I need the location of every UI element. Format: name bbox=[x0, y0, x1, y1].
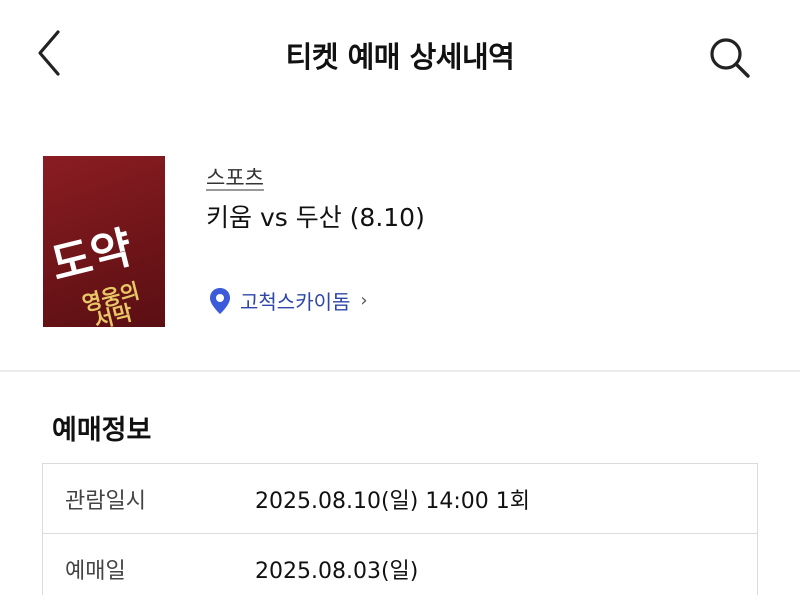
event-summary: 도약 영웅의 서막 스포츠 키움 vs 두산 (8.10) 고척스카이돔 › bbox=[0, 110, 800, 370]
booking-info-table: 관람일시 2025.08.10(일) 14:00 1회 예매일 2025.08.… bbox=[42, 463, 758, 595]
app-header: 티켓 예매 상세내역 bbox=[0, 0, 800, 110]
info-value-viewing-datetime: 2025.08.10(일) 14:00 1회 bbox=[255, 488, 530, 514]
svg-text:도약: 도약 bbox=[46, 222, 137, 291]
info-label-viewing-datetime: 관람일시 bbox=[65, 488, 146, 514]
chevron-right-icon: › bbox=[360, 290, 368, 311]
info-label-booking-date: 예매일 bbox=[65, 558, 126, 584]
location-pin-icon bbox=[210, 287, 230, 314]
table-row: 예매일 2025.08.03(일) bbox=[43, 534, 757, 595]
search-icon bbox=[710, 38, 750, 78]
section-divider bbox=[0, 370, 800, 372]
booking-info-title: 예매정보 bbox=[52, 415, 152, 446]
venue-link[interactable]: 고척스카이돔 › bbox=[208, 286, 368, 315]
event-poster[interactable]: 도약 영웅의 서막 bbox=[43, 156, 165, 327]
event-category-link[interactable]: 스포츠 bbox=[206, 162, 264, 192]
poster-artwork: 도약 영웅의 서막 bbox=[46, 222, 142, 327]
page-title: 티켓 예매 상세내역 bbox=[285, 40, 515, 74]
info-value-booking-date: 2025.08.03(일) bbox=[255, 558, 419, 584]
search-button[interactable] bbox=[706, 34, 754, 82]
table-row: 관람일시 2025.08.10(일) 14:00 1회 bbox=[43, 464, 757, 534]
venue-name: 고척스카이돔 bbox=[240, 290, 351, 314]
event-title: 키움 vs 두산 (8.10) bbox=[206, 203, 425, 232]
